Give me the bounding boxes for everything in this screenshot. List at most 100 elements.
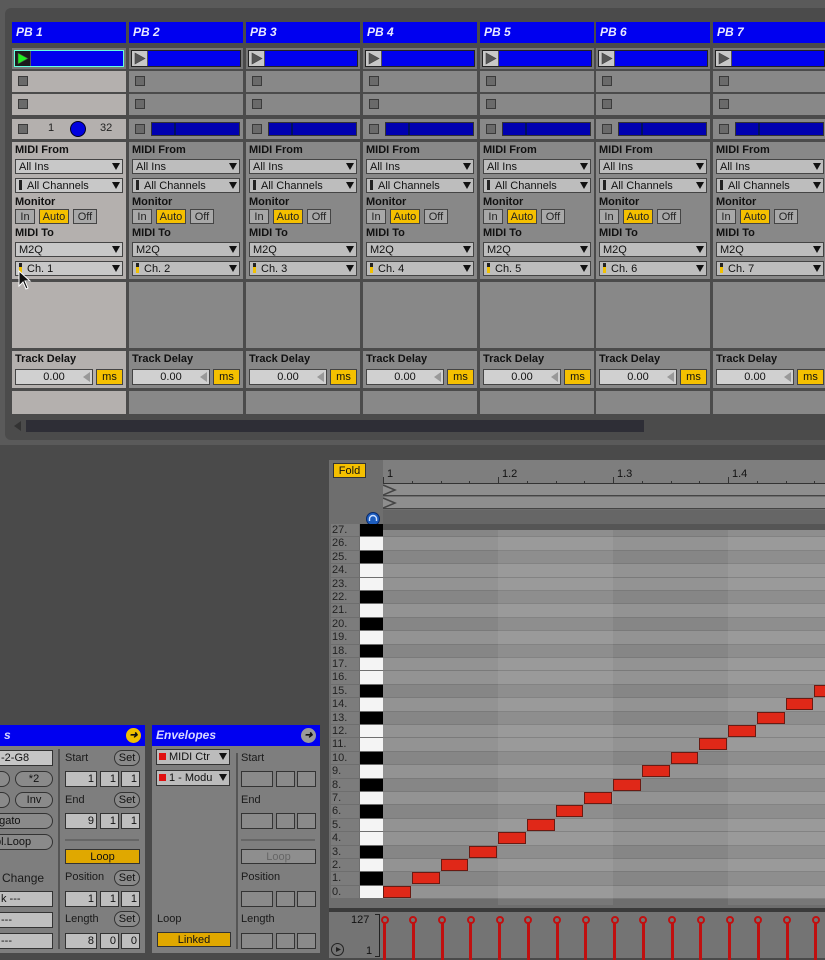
velocity-stem[interactable] (584, 920, 588, 960)
piano-key-row[interactable]: 15. (329, 684, 383, 698)
midi-from-dropdown[interactable]: All Ins (249, 159, 357, 174)
velocity-handle[interactable] (725, 916, 734, 924)
monitor-auto-button[interactable]: Auto (273, 209, 303, 224)
midi-note[interactable] (785, 698, 814, 711)
delay-unit-toggle[interactable]: ms (213, 369, 240, 385)
clip[interactable] (248, 50, 358, 67)
white-key[interactable] (360, 832, 383, 845)
midi-to-dropdown[interactable]: M2Q (366, 242, 474, 257)
end-set-button[interactable]: Set (114, 792, 140, 808)
piano-key-row[interactable]: 12. (329, 725, 383, 738)
clip-launch-play-icon[interactable] (716, 51, 732, 66)
env-length-bar-field[interactable] (241, 933, 273, 949)
piano-key-row[interactable]: 26. (329, 537, 383, 550)
clip-slot-2[interactable] (246, 71, 360, 92)
clip-slot-1[interactable] (129, 48, 243, 69)
fold-button[interactable]: Fold (333, 463, 366, 478)
midi-from-dropdown[interactable]: All Ins (599, 159, 707, 174)
velocity-handle[interactable] (696, 916, 705, 924)
pitchbend-slider[interactable] (502, 122, 591, 136)
env-position-beat-field[interactable] (276, 891, 295, 907)
track-delay-input[interactable]: 0.00 (132, 369, 210, 385)
black-key[interactable] (360, 524, 383, 537)
piano-key-row[interactable]: 0. (329, 885, 383, 899)
scroll-left-arrow-icon[interactable] (14, 421, 21, 431)
monitor-auto-button[interactable]: Auto (390, 209, 420, 224)
black-key[interactable] (360, 617, 383, 631)
clip-slot-2[interactable] (12, 71, 126, 92)
piano-key-row[interactable]: 27. (329, 524, 383, 537)
midi-to-dropdown[interactable]: M2Q (15, 242, 123, 257)
monitor-off-button[interactable]: Off (424, 209, 448, 224)
monitor-in-button[interactable]: In (366, 209, 386, 224)
clip[interactable] (131, 50, 241, 67)
clip-stop-square-icon[interactable] (369, 76, 379, 86)
clip[interactable] (715, 50, 825, 67)
start-set-button[interactable]: Set (114, 750, 140, 766)
env-length-beat-field[interactable] (276, 933, 295, 949)
delay-unit-toggle[interactable]: ms (96, 369, 123, 385)
midi-from-dropdown[interactable]: All Ins (483, 159, 591, 174)
velocity-stem[interactable] (411, 920, 415, 960)
clip-launch-play-icon[interactable] (249, 51, 265, 66)
monitor-in-button[interactable]: In (483, 209, 503, 224)
pitchbend-slider[interactable] (385, 122, 474, 136)
velocity-handle[interactable] (783, 916, 791, 924)
midi-note[interactable] (728, 725, 756, 737)
midi-to-dropdown[interactable]: M2Q (483, 242, 591, 257)
monitor-in-button[interactable]: In (132, 209, 152, 224)
midi-to-dropdown[interactable]: M2Q (716, 242, 824, 257)
monitor-auto-button[interactable]: Auto (39, 209, 69, 224)
velocity-handle[interactable] (524, 916, 533, 924)
piano-key-row[interactable]: 22. (329, 591, 383, 604)
output-channel-dropdown[interactable]: Ch. 3 (249, 261, 357, 276)
white-key[interactable] (360, 818, 383, 832)
black-key[interactable] (360, 751, 383, 765)
piano-key-row[interactable]: 13. (329, 711, 383, 725)
monitor-auto-button[interactable]: Auto (623, 209, 653, 224)
input-channel-dropdown[interactable]: All Channels (599, 178, 707, 193)
white-key[interactable] (360, 537, 383, 550)
white-key[interactable] (360, 658, 383, 671)
input-channel-dropdown[interactable]: All Channels (132, 178, 240, 193)
loop-brace-strip[interactable] (382, 484, 825, 496)
midi-note[interactable] (498, 832, 526, 845)
envelopes-panel-expand-icon[interactable]: ➜ (301, 728, 316, 743)
piano-key-row[interactable]: 21. (329, 604, 383, 617)
input-channel-dropdown[interactable]: All Channels (716, 178, 824, 193)
delay-unit-toggle[interactable]: ms (680, 369, 707, 385)
piano-key-row[interactable]: 19. (329, 631, 383, 644)
clip[interactable] (598, 50, 708, 67)
beat-time-ruler[interactable]: 1 1.2 1.3 1.4 (383, 460, 825, 484)
clip-slot-1[interactable] (12, 48, 126, 69)
midi-from-dropdown[interactable]: All Ins (132, 159, 240, 174)
piano-key-row[interactable]: 11. (329, 738, 383, 751)
piano-key-row[interactable]: 17. (329, 658, 383, 671)
output-channel-dropdown[interactable]: Ch. 6 (599, 261, 707, 276)
piano-key-row[interactable]: 16. (329, 671, 383, 684)
pitchbend-slider[interactable] (268, 122, 357, 136)
piano-key-row[interactable]: 3. (329, 845, 383, 859)
output-channel-dropdown[interactable]: Ch. 7 (716, 261, 824, 276)
clip-stop-square-icon[interactable] (252, 76, 262, 86)
pitchbend-slider[interactable] (618, 122, 707, 136)
monitor-off-button[interactable]: Off (73, 209, 97, 224)
velocity-handle[interactable] (754, 916, 763, 924)
envelope-control-chooser[interactable]: 1 - Modu (156, 770, 230, 786)
track-name-header[interactable]: PB 6 (596, 22, 710, 43)
end-beat-field[interactable]: 1 (100, 813, 119, 829)
black-key[interactable] (360, 644, 383, 657)
piano-key-row[interactable]: 5. (329, 818, 383, 832)
white-key[interactable] (360, 725, 383, 738)
start-bar-field[interactable]: 1 (65, 771, 97, 787)
clip-slot-3[interactable] (596, 94, 710, 115)
clip-slot-1[interactable] (480, 48, 594, 69)
track-activator-square[interactable] (135, 124, 145, 134)
clip-stop-square-icon[interactable] (369, 99, 379, 109)
white-key[interactable] (360, 698, 383, 711)
track-activator-square[interactable] (18, 124, 28, 134)
piano-key-row[interactable]: 6. (329, 805, 383, 818)
midi-note[interactable] (411, 872, 440, 885)
white-key[interactable] (360, 885, 383, 899)
velocity-handle[interactable] (466, 916, 475, 924)
